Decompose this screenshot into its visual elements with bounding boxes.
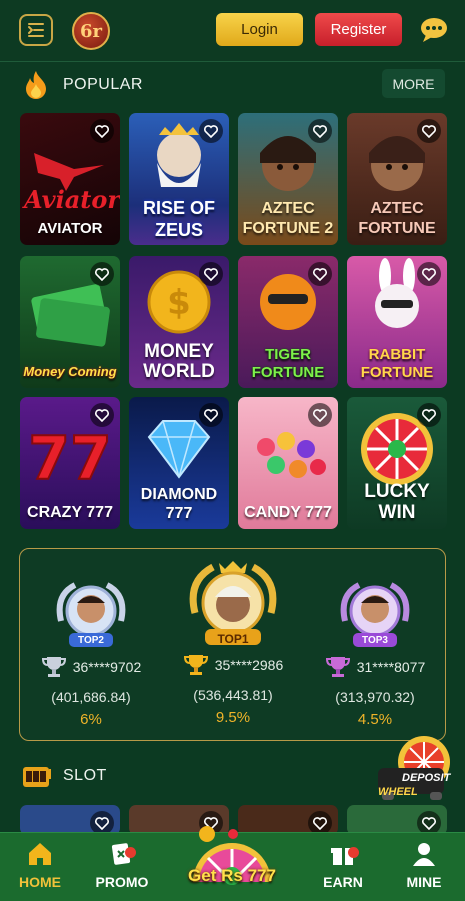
game-name: RABBIT FORTUNE (360, 346, 434, 381)
game-name: Money Coming (23, 364, 117, 379)
leaderboard-panel: TOP2 36****9702 (401,686.84) 6% TOP1 35*… (19, 548, 446, 741)
silver-trophy-icon (41, 657, 66, 677)
game-name: LUCKY WIN (364, 481, 430, 523)
favorite-heart-icon[interactable] (90, 119, 114, 143)
earn-notification-dot (348, 847, 359, 858)
svg-text:$: $ (167, 283, 191, 323)
favorite-heart-icon[interactable] (90, 403, 114, 427)
favorite-heart-icon[interactable] (308, 119, 332, 143)
aviator-logo-text: Aviator (24, 185, 120, 214)
game-tile-tiger-fortune[interactable]: TIGER FORTUNE (238, 256, 338, 388)
home-icon (29, 843, 51, 865)
user-icon (413, 843, 435, 866)
rank-user: 31****8077 (305, 655, 445, 679)
game-tile-aviator[interactable]: Aviator AVIATOR (20, 113, 120, 245)
rank-badge: TOP3 (362, 635, 388, 646)
popular-title: POPULAR (63, 76, 143, 93)
rank-amount: (536,443.81) (193, 687, 273, 703)
nav-mine-label: MINE (406, 874, 442, 890)
slot-machine-icon (22, 765, 51, 795)
avatar: TOP3 (335, 577, 415, 651)
game-tile-money-world[interactable]: $ MONEY WORLD (129, 256, 229, 388)
favorite-heart-icon[interactable] (308, 403, 332, 427)
game-name: TIGER FORTUNE (251, 346, 325, 381)
svg-text:77: 77 (28, 424, 112, 494)
favorite-heart-icon[interactable] (308, 262, 332, 286)
slot-tile[interactable] (20, 805, 120, 835)
favorite-heart-icon[interactable] (90, 262, 114, 286)
rank-badge: TOP1 (217, 632, 249, 646)
purple-trophy-icon (325, 657, 350, 677)
game-tile-aztec-fortune[interactable]: AZTEC FORTUNE (347, 113, 447, 245)
favorite-heart-icon[interactable] (417, 262, 441, 286)
top-bar: 6r Login Register (0, 0, 465, 62)
leaderboard-rank-1: TOP1 35****2986 (536,443.81) 9.5% (163, 557, 303, 726)
rank-amount: (401,686.84) (51, 689, 131, 705)
nav-earn[interactable]: EARN (303, 841, 383, 890)
bonus-wheel-icon (193, 826, 271, 885)
game-tile-diamond-777[interactable]: DIAMOND 777 (129, 397, 229, 529)
chat-support-icon[interactable] (418, 15, 450, 45)
favorite-heart-icon[interactable] (199, 262, 223, 286)
nav-mine[interactable]: MINE (384, 841, 464, 890)
menu-icon[interactable] (19, 14, 53, 46)
game-tile-money-coming[interactable]: Money Coming (20, 256, 120, 388)
game-name: AZTEC FORTUNE (358, 200, 436, 237)
game-tile-lucky-win[interactable]: LUCKY WIN (347, 397, 447, 529)
rank-user-id: 36****9702 (72, 659, 142, 675)
rank-percent: 4.5% (357, 711, 393, 728)
fire-icon (22, 70, 50, 100)
game-tile-candy-777[interactable]: CANDY 777 (238, 397, 338, 529)
nav-promo-label: PROMO (95, 874, 149, 890)
avatar: TOP2 (51, 577, 131, 651)
get-bonus-wheel-button[interactable]: Get Rs 777 (173, 812, 291, 901)
get-bonus-label: Get Rs 777 (188, 866, 276, 885)
game-name: DIAMOND 777 (140, 486, 218, 522)
brand-logo[interactable]: 6r (72, 12, 110, 50)
slot-tile[interactable] (347, 805, 447, 835)
nav-home[interactable]: HOME (0, 841, 80, 890)
leaderboard-rank-3: TOP3 31****8077 (313,970.32) 4.5% (305, 577, 445, 728)
game-name: RISE OF ZEUS (142, 198, 215, 240)
game-tile-aztec-fortune-2[interactable]: AZTEC FORTUNE 2 (238, 113, 338, 245)
rank-user-id: 31****8077 (356, 659, 426, 675)
slot-title: SLOT (63, 767, 107, 784)
more-button[interactable]: MORE (382, 69, 445, 98)
avatar: TOP1 (183, 557, 283, 649)
game-name: CRAZY 777 (27, 504, 113, 521)
rank-percent: 6% (80, 711, 102, 728)
favorite-heart-icon[interactable] (199, 403, 223, 427)
leaderboard-rank-2: TOP2 36****9702 (401,686.84) 6% (21, 577, 161, 728)
rank-user: 35****2986 (163, 653, 303, 677)
game-tile-crazy-777[interactable]: 77 CRAZY 777 (20, 397, 120, 529)
game-name: CANDY 777 (244, 504, 332, 521)
favorite-heart-icon[interactable] (417, 403, 441, 427)
game-name: AZTEC FORTUNE 2 (242, 200, 334, 237)
favorite-heart-icon[interactable] (199, 119, 223, 143)
gold-trophy-icon (183, 655, 208, 675)
game-tile-rise-of-zeus[interactable]: RISE OF ZEUS (129, 113, 229, 245)
rank-amount: (313,970.32) (335, 689, 415, 705)
popular-section-header: POPULAR MORE (0, 66, 465, 106)
rank-user: 36****9702 (21, 655, 161, 679)
game-name: AVIATOR (37, 220, 103, 237)
nav-promo[interactable]: PROMO (82, 841, 162, 890)
rank-badge: TOP2 (78, 635, 104, 646)
nav-earn-label: EARN (323, 874, 363, 890)
promo-notification-dot (125, 847, 136, 858)
rank-percent: 9.5% (215, 709, 251, 726)
slot-section-header: SLOT (0, 757, 465, 797)
game-name: MONEY WORLD (143, 341, 215, 382)
game-tile-rabbit-fortune[interactable]: RABBIT FORTUNE (347, 256, 447, 388)
register-button[interactable]: Register (315, 13, 402, 46)
rank-user-id: 35****2986 (214, 657, 284, 673)
nav-home-label: HOME (19, 874, 61, 890)
login-button[interactable]: Login (216, 13, 303, 46)
favorite-heart-icon[interactable] (417, 119, 441, 143)
